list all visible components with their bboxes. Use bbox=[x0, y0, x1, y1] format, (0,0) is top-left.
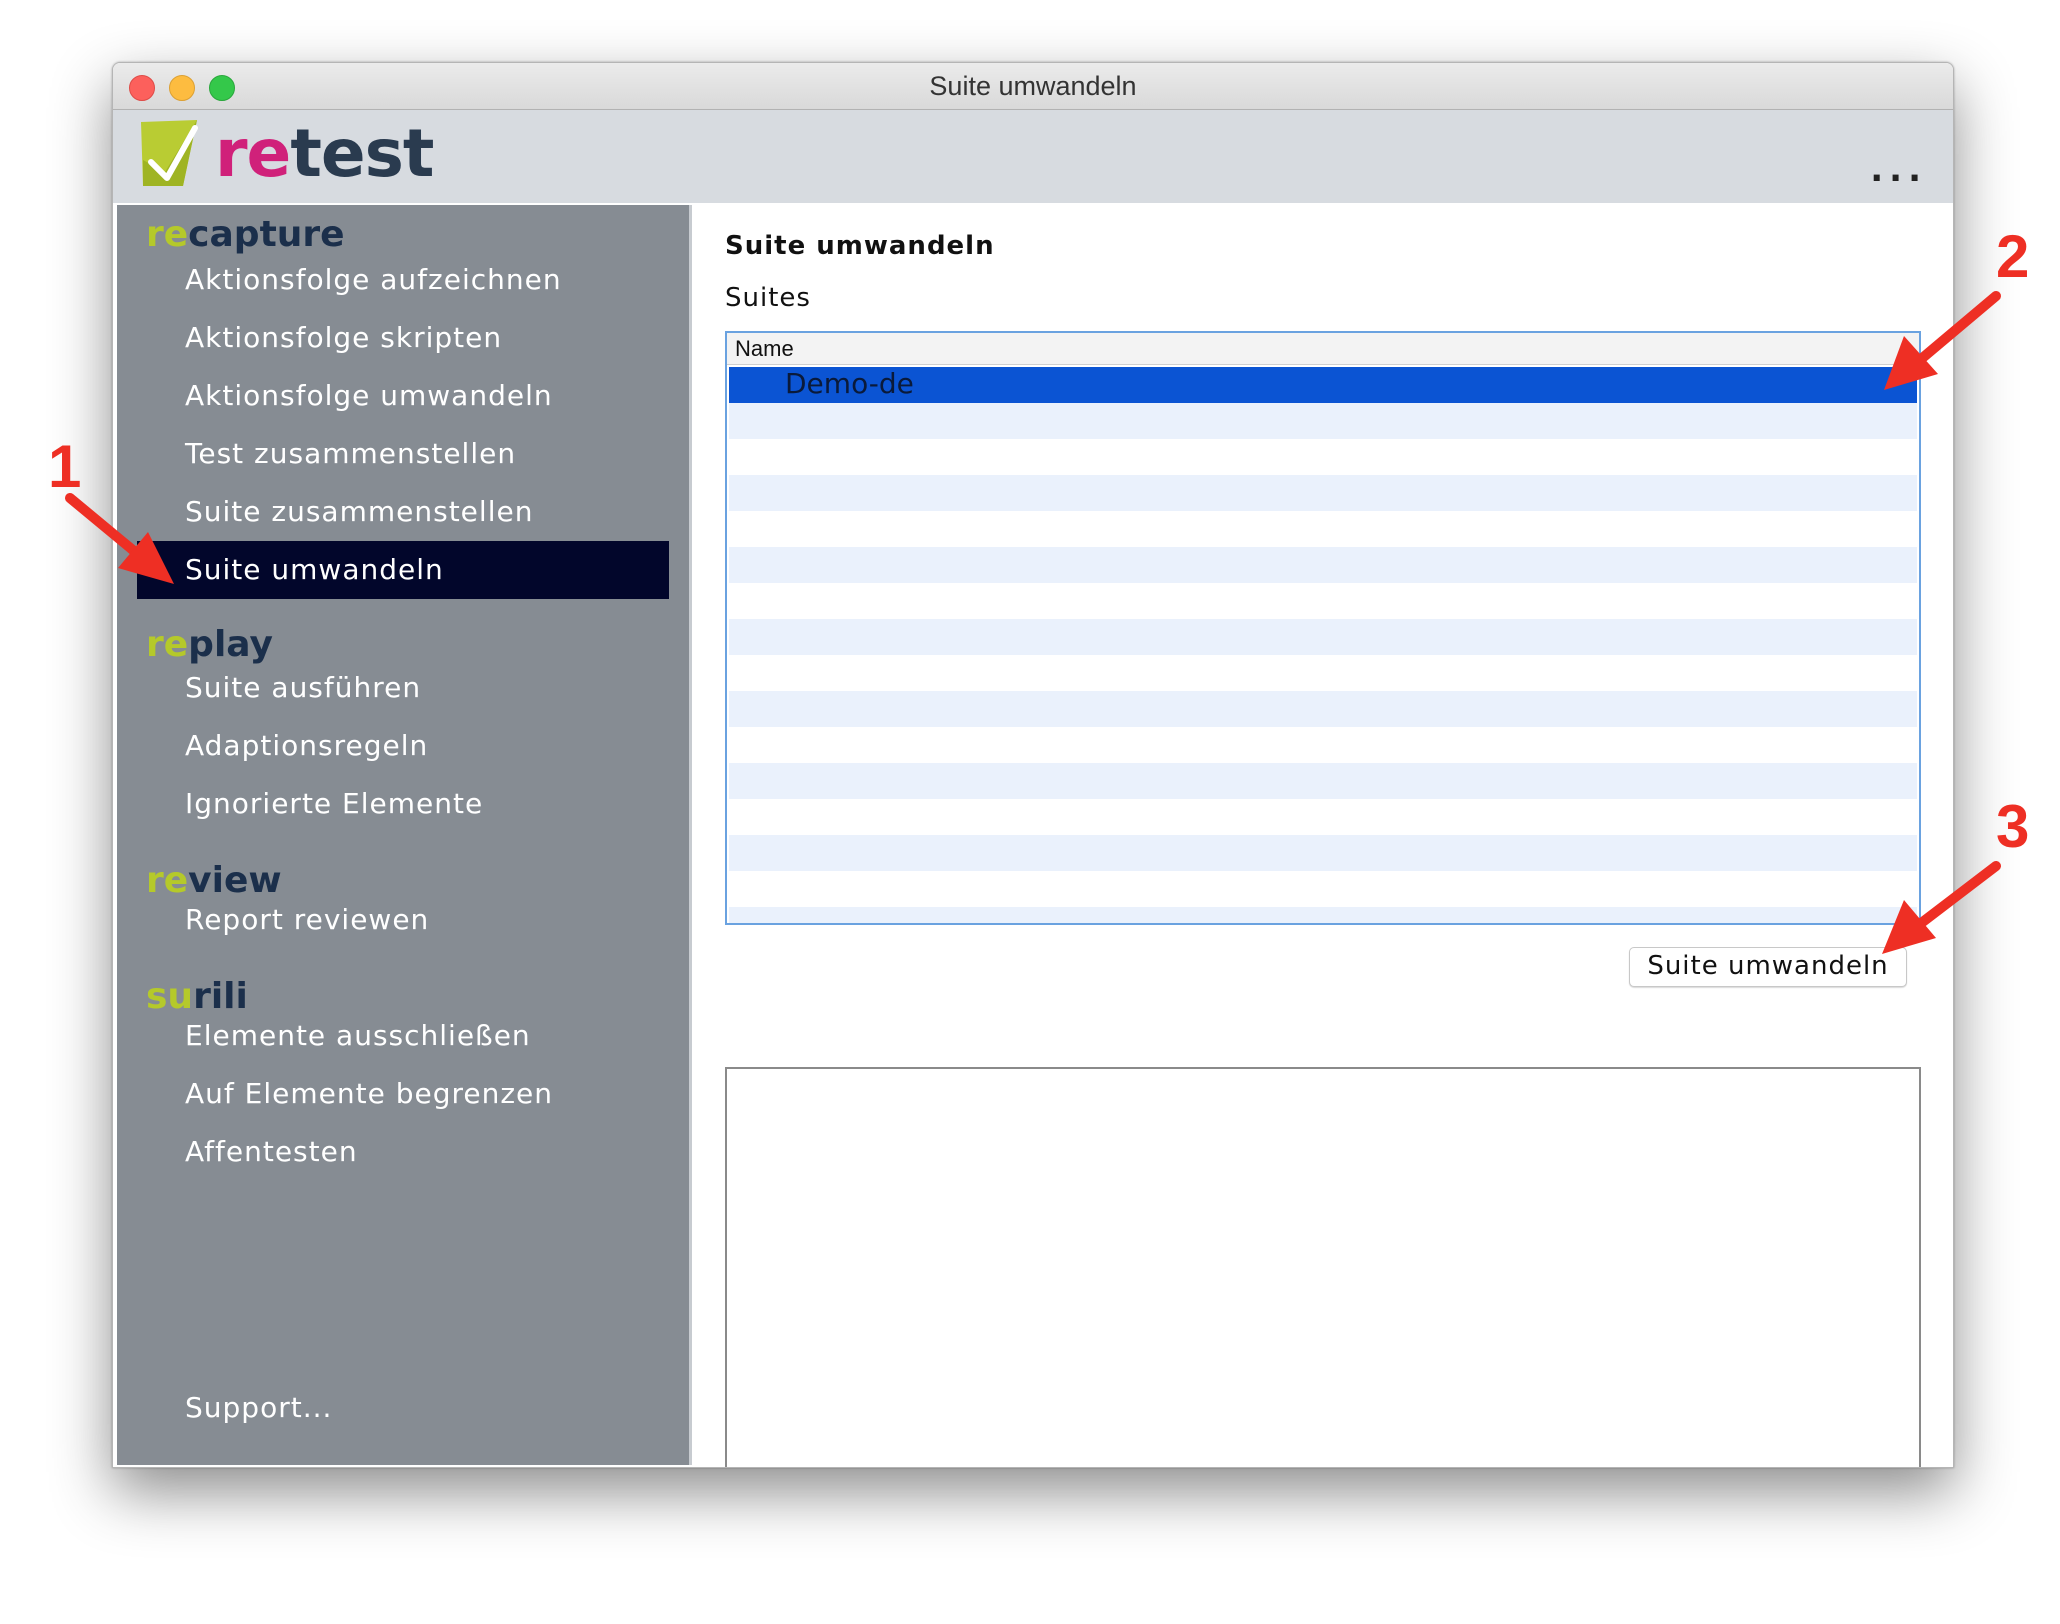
annotation-number-1: 1 bbox=[48, 433, 82, 500]
annotation-arrows bbox=[65, 291, 2001, 954]
arrow-1 bbox=[65, 493, 145, 561]
annotation-number-2: 2 bbox=[1996, 223, 2030, 290]
annotation-number-3: 3 bbox=[1996, 793, 2030, 860]
arrow-2-head bbox=[1884, 336, 1938, 390]
arrow-2 bbox=[1915, 291, 2001, 365]
arrow-3-head bbox=[1882, 900, 1936, 954]
arrow-3 bbox=[1915, 861, 2001, 929]
